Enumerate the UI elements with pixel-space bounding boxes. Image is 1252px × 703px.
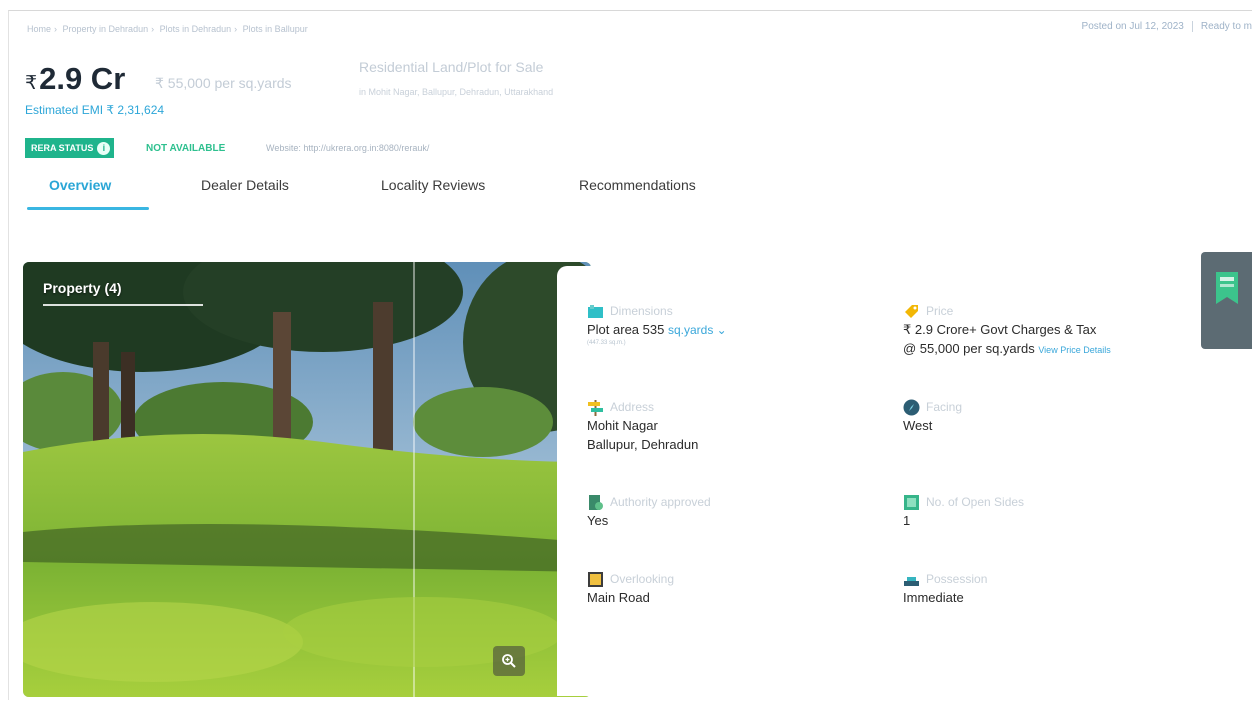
address-line-2: Ballupur, Dehradun	[587, 437, 699, 452]
detail-address: Address Mohit Nagar Ballupur, Dehradun	[587, 398, 698, 454]
property-details-panel: Dimensions Plot area 535 sq.yards ⌄ (447…	[557, 266, 1252, 696]
detail-overlooking: Overlooking Main Road	[587, 570, 674, 607]
price-line-1: ₹ 2.9 Crore+ Govt Charges & Tax	[903, 322, 1097, 337]
currency-symbol: ₹	[25, 73, 38, 94]
chevron-down-icon[interactable]: ⌄	[713, 323, 727, 337]
tab-recommendations[interactable]: Recommendations	[579, 177, 696, 193]
possession-label: Possession	[926, 572, 988, 586]
authority-value: Yes	[587, 513, 609, 528]
property-title: Residential Land/Plot for Sale	[359, 59, 544, 75]
tab-locality-reviews[interactable]: Locality Reviews	[381, 177, 485, 193]
facing-value: West	[903, 418, 933, 433]
approved-document-icon	[587, 494, 604, 511]
breadcrumb-item[interactable]: Plots in Ballupur	[243, 24, 308, 34]
detail-open-sides: No. of Open Sides 1	[903, 493, 1024, 530]
zoom-icon[interactable]	[493, 646, 525, 676]
active-tab-indicator	[27, 207, 149, 210]
breadcrumb-item[interactable]: Plots in Dehradun	[160, 24, 232, 34]
open-sides-value: 1	[903, 513, 911, 528]
price: ₹2.9 Cr	[25, 61, 125, 97]
overlooking-label: Overlooking	[610, 572, 675, 586]
ruler-icon	[587, 303, 604, 320]
price-tag-icon	[903, 303, 920, 320]
rera-badge-label: RERA STATUS	[31, 143, 94, 153]
info-icon[interactable]: i	[97, 141, 111, 155]
address-label: Address	[610, 400, 655, 414]
possession-icon	[903, 571, 920, 588]
rera-status-badge: RERA STATUS i	[25, 138, 115, 158]
breadcrumb-item[interactable]: Home	[27, 24, 51, 34]
property-address: in Mohit Nagar, Ballupur, Dehradun, Utta…	[359, 87, 554, 97]
tab-overview[interactable]: Overview	[49, 177, 111, 193]
view-price-details-link[interactable]: View Price Details	[1038, 345, 1110, 355]
possession-status: Ready to m	[1200, 21, 1252, 33]
property-gallery[interactable]: Property (4)	[23, 262, 591, 697]
detail-authority: Authority approved Yes	[587, 493, 711, 530]
signpost-icon	[587, 399, 604, 416]
detail-dimensions: Dimensions Plot area 535 sq.yards ⌄ (447…	[587, 302, 727, 346]
page-frame: Home › Property in Dehradun › Plots in Deh…	[8, 10, 1252, 700]
bookmark-icon	[1214, 270, 1240, 349]
tab-dealer-details[interactable]: Dealer Details	[201, 177, 289, 193]
dimensions-value: Plot area 535	[587, 322, 665, 337]
rera-status-value: NOT AVAILABLE	[146, 143, 226, 154]
gallery-label-underline	[43, 304, 203, 306]
open-sides-label: No. of Open Sides	[926, 495, 1025, 509]
window-view-icon	[587, 571, 604, 588]
posted-date: Posted on Jul 12, 2023	[1081, 21, 1184, 33]
property-photo	[23, 262, 591, 697]
possession-value: Immediate	[903, 590, 964, 605]
authority-label: Authority approved	[610, 495, 711, 509]
breadcrumb-item[interactable]: Property in Dehradun	[63, 24, 149, 34]
rera-website[interactable]: Website: http://ukrera.org.in:8080/rerau…	[266, 143, 429, 153]
facing-label: Facing	[926, 400, 963, 414]
detail-facing: Facing West	[903, 398, 962, 435]
detail-possession: Possession Immediate	[903, 570, 987, 607]
price-per-unit: ₹ 55,000 per sq.yards	[155, 75, 292, 91]
breadcrumb: Home › Property in Dehradun › Plots in Deh…	[27, 24, 308, 34]
dimensions-label: Dimensions	[610, 304, 673, 318]
gallery-count-label[interactable]: Property (4)	[43, 280, 122, 296]
address-line-1: Mohit Nagar	[587, 418, 658, 433]
overlooking-value: Main Road	[587, 590, 650, 605]
compass-icon	[903, 399, 920, 416]
price-line-2: @ 55,000 per sq.yards	[903, 341, 1035, 356]
price-value: 2.9 Cr	[39, 61, 126, 96]
emi-link[interactable]: Estimated EMI ₹ 2,31,624	[25, 103, 164, 117]
posted-info: Posted on Jul 12, 2023 Ready to m	[1082, 21, 1252, 32]
dimensions-sub: (447.33 sq.m.)	[587, 340, 626, 346]
price-label: Price	[926, 304, 954, 318]
side-floating-badge[interactable]	[1201, 252, 1252, 349]
detail-price: Price ₹ 2.9 Crore+ Govt Charges & Tax @ …	[903, 302, 1111, 360]
open-sides-icon	[903, 494, 920, 511]
unit-selector[interactable]: sq.yards	[668, 323, 713, 337]
